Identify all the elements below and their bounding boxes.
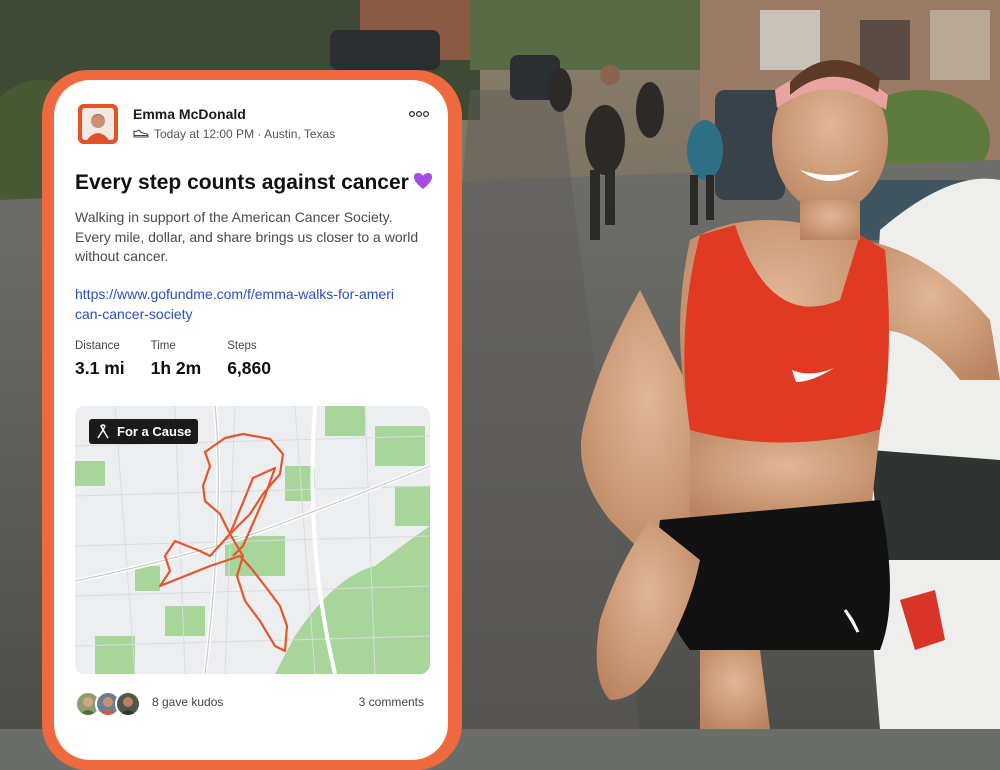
author-name[interactable]: Emma McDonald (133, 106, 246, 122)
route-map[interactable]: For a Cause (75, 406, 430, 674)
for-a-cause-badge: For a Cause (89, 419, 199, 444)
post-description: Walking in support of the American Cance… (75, 209, 419, 264)
post-title-text: Every step counts against cancer (75, 171, 409, 194)
stat-value: 3.1 mi (75, 358, 125, 378)
phone-frame: Emma McDonald Today at 12:00 PM · Austin… (42, 70, 462, 770)
purple-heart-icon (413, 173, 432, 189)
more-options-button[interactable] (406, 106, 432, 122)
post-meta-text: Today at 12:00 PM · Austin, Texas (154, 127, 336, 141)
activity-stats: Distance 3.1 mi Time 1h 2m Steps 6,860 (75, 340, 297, 379)
shoe-icon (133, 129, 149, 138)
stat-value: 1h 2m (150, 358, 202, 378)
kudos-avatars[interactable] (75, 690, 145, 717)
stat-distance: Distance 3.1 mi (75, 340, 125, 379)
stat-label: Distance (75, 340, 120, 352)
fundraiser-link[interactable]: https://www.gofundme.com/f/emma-walks-fo… (75, 285, 395, 324)
stat-value: 6,860 (227, 358, 271, 378)
post-header: Emma McDonald Today at 12:00 PM · Austin… (78, 104, 430, 148)
post-meta: Today at 12:00 PM · Austin, Texas (133, 127, 335, 141)
more-horizontal-icon (408, 110, 430, 118)
stat-time: Time 1h 2m (151, 340, 202, 379)
avatar[interactable] (78, 104, 118, 144)
activity-post-card: Emma McDonald Today at 12:00 PM · Austin… (54, 80, 448, 760)
map-canvas (75, 406, 430, 674)
ribbon-cause-icon (97, 423, 109, 438)
avatar-photo (78, 104, 118, 144)
comments-count[interactable]: 3 comments (359, 695, 424, 709)
post-footer: 8 gave kudos 3 comments (75, 690, 430, 717)
stat-label: Time (150, 340, 176, 352)
badge-label: For a Cause (117, 424, 192, 439)
kudo-avatar (115, 691, 141, 717)
kudos-count[interactable]: 8 gave kudos (152, 695, 223, 709)
stat-steps: Steps 6,860 (227, 340, 271, 379)
stat-label: Steps (227, 340, 257, 352)
post-title: Every step counts against cancer (75, 171, 433, 195)
